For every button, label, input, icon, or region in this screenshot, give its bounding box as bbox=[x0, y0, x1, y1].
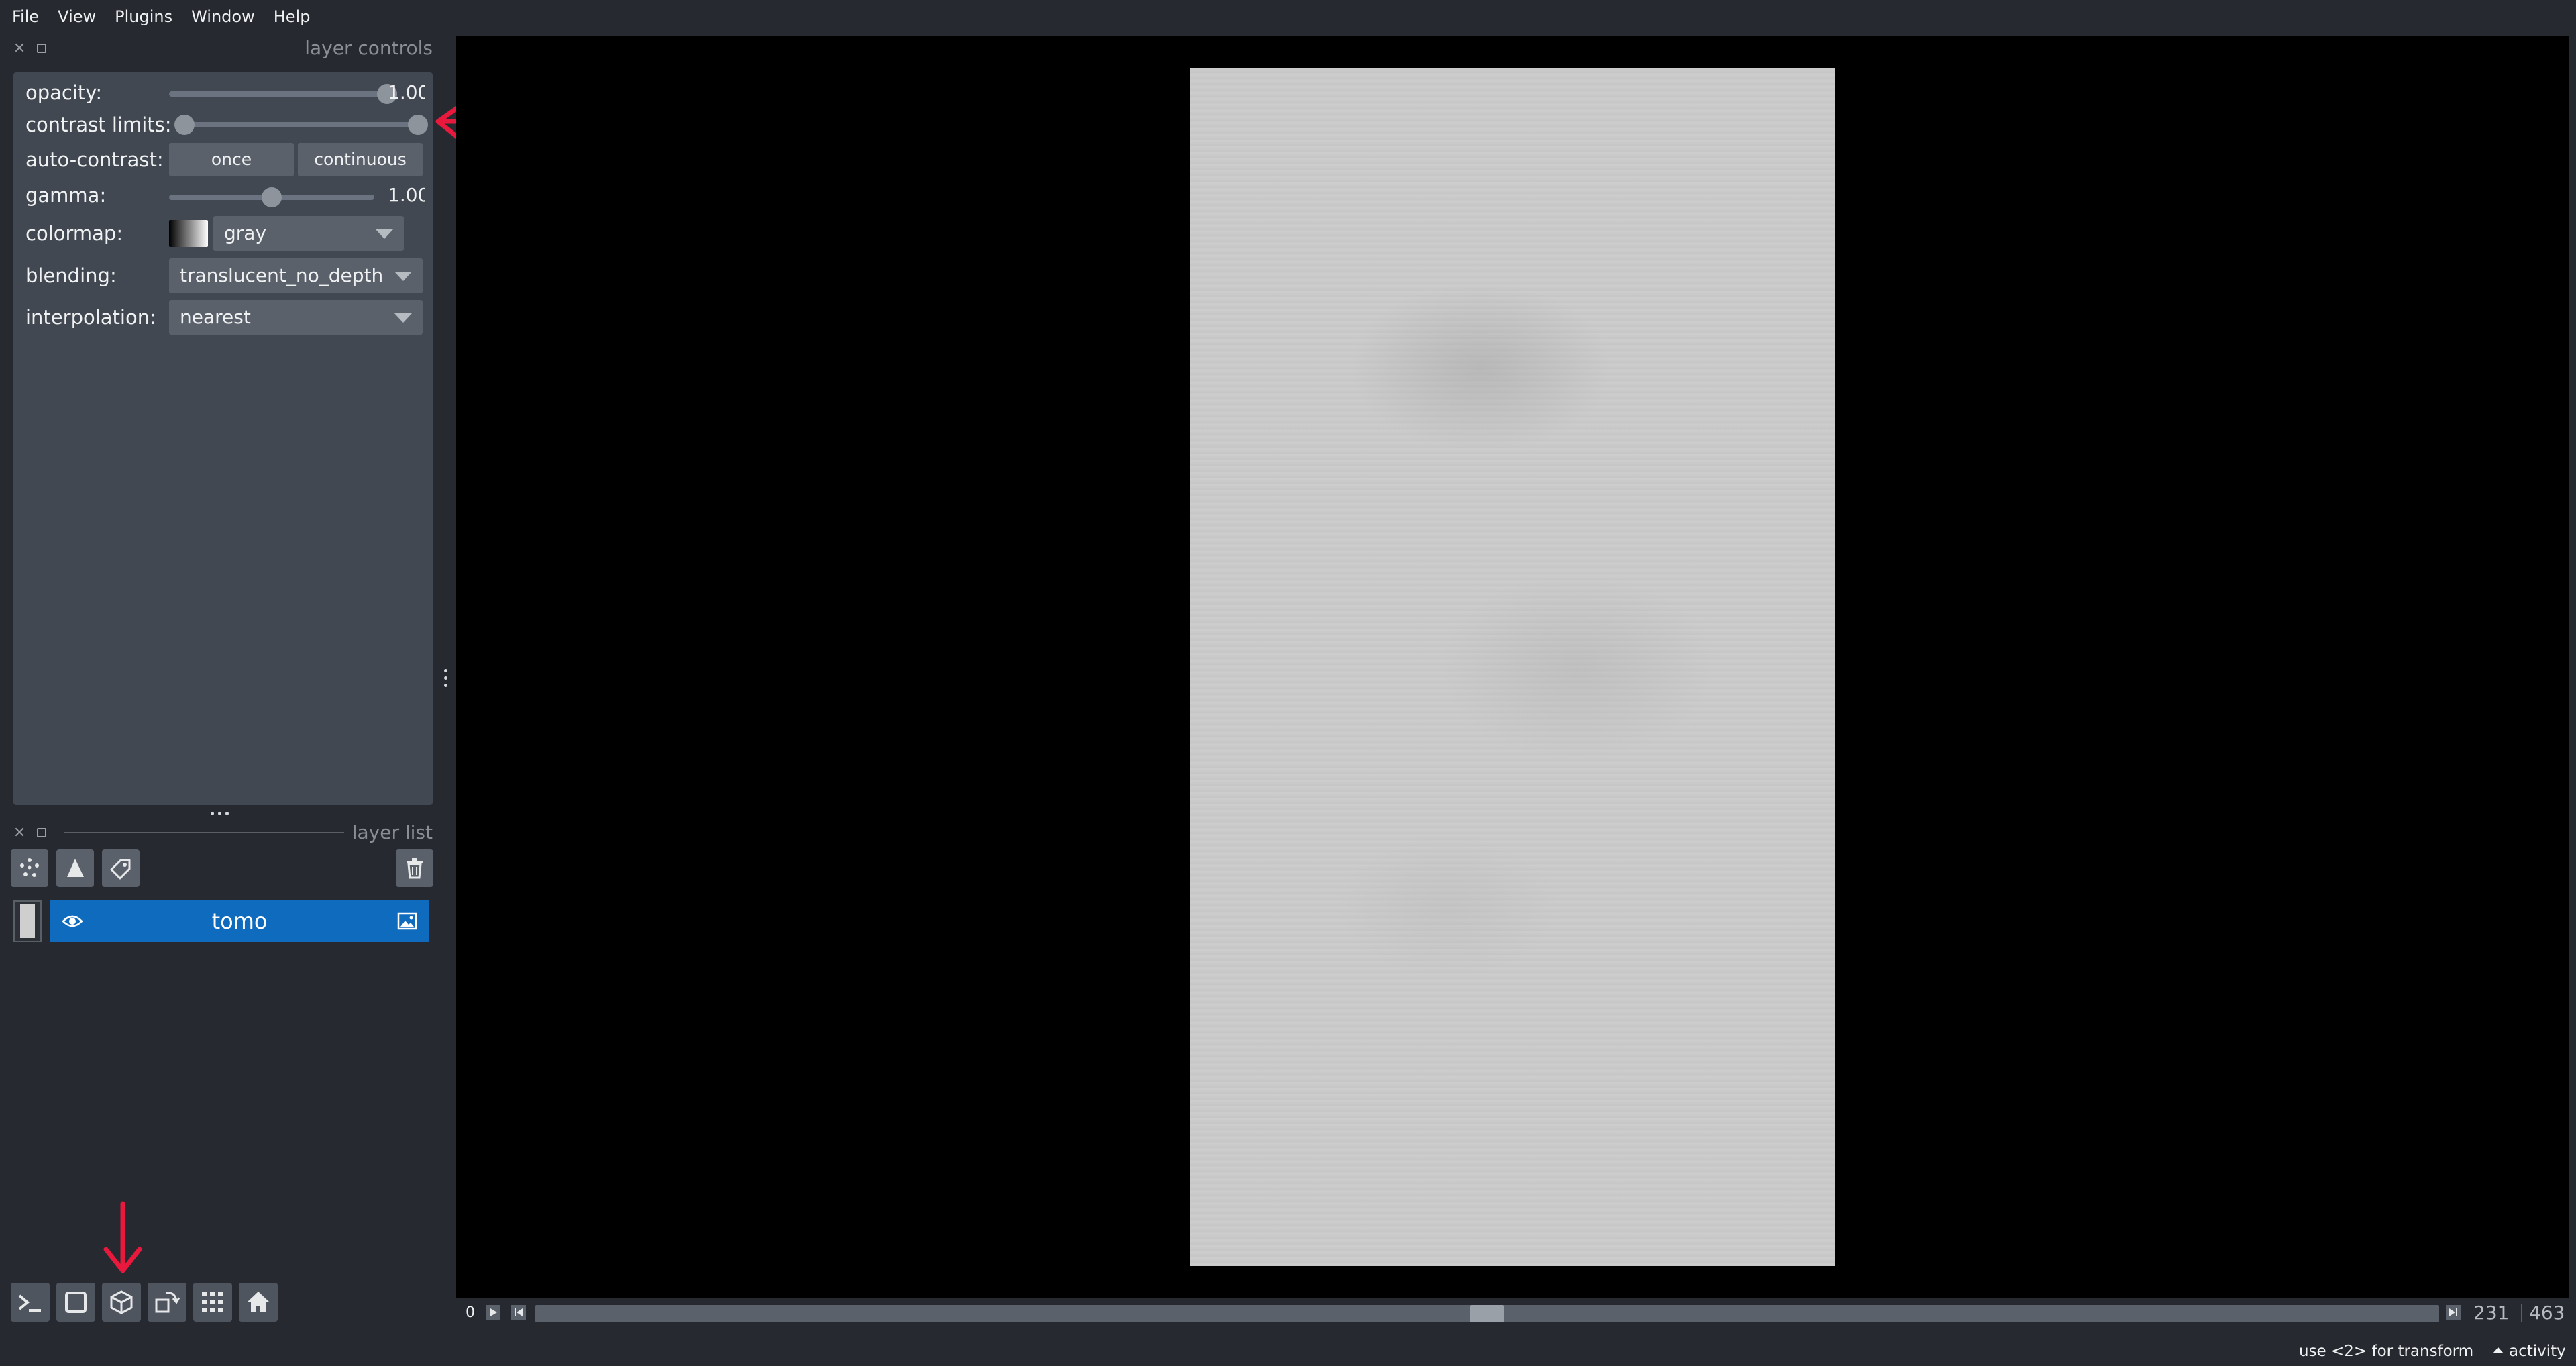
panel-splitter-handle[interactable] bbox=[211, 812, 229, 815]
layer-thumbnail bbox=[13, 900, 42, 942]
last-frame-button[interactable] bbox=[2446, 1305, 2461, 1320]
play-button[interactable] bbox=[486, 1305, 500, 1320]
activity-label: activity bbox=[2509, 1343, 2566, 1360]
layer-name[interactable]: tomo bbox=[50, 900, 429, 942]
tomo-image-layer bbox=[1190, 68, 1835, 1266]
menu-window[interactable]: Window bbox=[182, 0, 264, 34]
new-shapes-layer-button[interactable] bbox=[56, 849, 94, 887]
titlebar-divider bbox=[64, 831, 344, 833]
status-message: use <2> for transform bbox=[2299, 1343, 2474, 1360]
chevron-down-icon bbox=[394, 313, 412, 323]
dock-float-icon[interactable] bbox=[35, 826, 47, 838]
contrast-limits-low-handle[interactable] bbox=[174, 115, 195, 135]
cube-icon bbox=[110, 1290, 133, 1314]
interpolation-value: nearest bbox=[180, 306, 251, 328]
first-frame-button[interactable] bbox=[511, 1305, 526, 1320]
blending-label: blending: bbox=[25, 264, 117, 287]
gamma-slider-handle[interactable] bbox=[262, 187, 282, 207]
interpolation-combobox[interactable]: nearest bbox=[169, 300, 423, 335]
colormap-value: gray bbox=[224, 222, 267, 244]
layer-controls-title: layer controls bbox=[305, 36, 433, 59]
new-points-layer-button[interactable] bbox=[11, 849, 48, 887]
menu-plugins[interactable]: Plugins bbox=[105, 0, 182, 34]
delete-layer-button[interactable] bbox=[396, 849, 433, 887]
blending-combobox[interactable]: translucent_no_depth bbox=[169, 258, 423, 293]
dock-close-icon[interactable] bbox=[13, 826, 25, 838]
layer-controls-titlebar: layer controls bbox=[13, 34, 433, 62]
gamma-value: 1.00 bbox=[388, 184, 425, 206]
new-points-layer-icon bbox=[20, 858, 39, 877]
interpolation-label: interpolation: bbox=[25, 306, 156, 329]
auto-contrast-label: auto-contrast: bbox=[25, 148, 164, 171]
dims-axis-label[interactable]: 0 bbox=[466, 1298, 475, 1327]
opacity-value: 1.00 bbox=[388, 81, 425, 103]
dims-total: 463 bbox=[2529, 1302, 2565, 1324]
dock-float-icon[interactable] bbox=[35, 42, 47, 54]
chevron-down-icon bbox=[394, 272, 412, 281]
opacity-label: opacity: bbox=[25, 81, 103, 104]
colormap-combobox[interactable]: gray bbox=[213, 216, 404, 251]
home-button[interactable] bbox=[239, 1283, 278, 1322]
contrast-limits-high-handle[interactable] bbox=[408, 115, 428, 135]
auto-contrast-continuous-button[interactable]: continuous bbox=[298, 143, 423, 176]
contrast-limits-label: contrast limits: bbox=[25, 113, 172, 136]
layer-list-title: layer list bbox=[352, 821, 433, 843]
play-icon bbox=[486, 1305, 500, 1320]
menu-view[interactable]: View bbox=[48, 0, 105, 34]
layer-controls-panel: opacity: 1.00 contrast limits: auto-cont… bbox=[13, 72, 433, 805]
colormap-preview bbox=[169, 220, 208, 247]
colormap-label: colormap: bbox=[25, 222, 123, 245]
console-icon bbox=[18, 1294, 41, 1312]
skip-start-icon bbox=[511, 1305, 526, 1320]
image-layer-icon bbox=[397, 912, 417, 930]
new-shapes-layer-icon bbox=[67, 859, 84, 877]
3d-view-button[interactable] bbox=[102, 1283, 141, 1322]
annotation-arrow-down-icon bbox=[103, 1201, 142, 1273]
dock-close-icon[interactable] bbox=[13, 42, 25, 54]
dims-current-index[interactable]: 231 bbox=[2473, 1298, 2509, 1327]
new-labels-layer-button[interactable] bbox=[102, 849, 140, 887]
dims-separator bbox=[2521, 1304, 2522, 1322]
skip-end-icon bbox=[2446, 1305, 2461, 1320]
grid-view-icon bbox=[202, 1292, 223, 1312]
status-bar: use <2> for transform activity bbox=[0, 1336, 2576, 1366]
caret-up-icon bbox=[2493, 1347, 2504, 1353]
chevron-down-icon bbox=[376, 229, 393, 239]
napari-window: File View Plugins Window Help layer cont… bbox=[0, 0, 2576, 1366]
delete-layer-icon bbox=[407, 858, 423, 879]
ndisplay-toggle-button[interactable] bbox=[56, 1283, 95, 1322]
home-icon bbox=[248, 1292, 269, 1312]
roll-axes-icon bbox=[155, 1292, 180, 1313]
2d-3d-toggle-icon bbox=[65, 1292, 87, 1313]
menu-file[interactable]: File bbox=[0, 0, 48, 34]
menubar: File View Plugins Window Help bbox=[0, 0, 2576, 34]
activity-button[interactable]: activity bbox=[2493, 1336, 2566, 1366]
contrast-limits-slider[interactable] bbox=[174, 122, 424, 127]
gamma-label: gamma: bbox=[25, 184, 107, 207]
dims-slider-handle[interactable] bbox=[1470, 1305, 1504, 1322]
grid-view-button[interactable] bbox=[193, 1283, 232, 1322]
viewer-canvas[interactable] bbox=[456, 36, 2569, 1298]
dims-slider-track[interactable] bbox=[535, 1305, 2439, 1322]
dims-slider-row: 0 231 463 bbox=[456, 1298, 2569, 1327]
console-button[interactable] bbox=[11, 1283, 50, 1322]
new-labels-layer-icon bbox=[110, 859, 131, 880]
layer-list-titlebar: layer list bbox=[13, 818, 433, 846]
menu-help[interactable]: Help bbox=[264, 0, 320, 34]
blending-value: translucent_no_depth bbox=[180, 264, 384, 286]
roll-axes-button[interactable] bbox=[148, 1283, 186, 1322]
opacity-slider[interactable] bbox=[169, 91, 384, 97]
layer-item-tomo[interactable]: tomo bbox=[50, 900, 429, 942]
auto-contrast-once-button[interactable]: once bbox=[169, 143, 294, 176]
dock-splitter-handle[interactable] bbox=[444, 669, 447, 687]
